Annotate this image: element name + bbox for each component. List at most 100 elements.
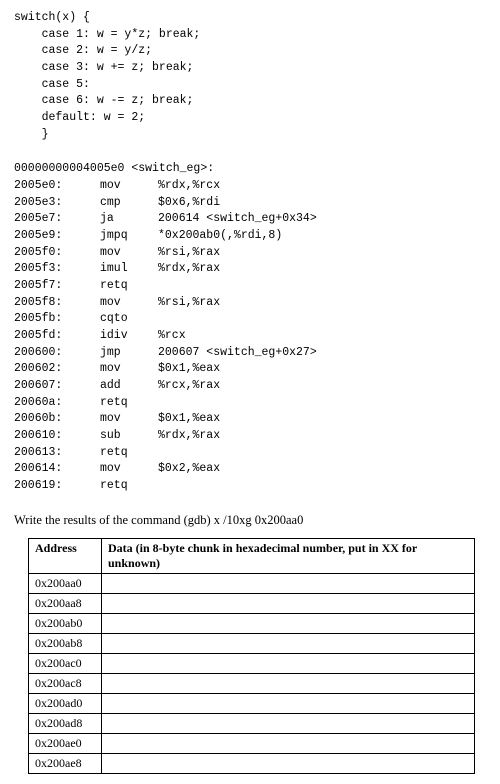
asm-operands: $0x1,%eax xyxy=(158,411,486,428)
cell-data xyxy=(102,673,475,693)
cell-address: 0x200ad8 xyxy=(29,713,102,733)
cell-data xyxy=(102,633,475,653)
asm-mnemonic: jmp xyxy=(100,345,158,362)
asm-operands xyxy=(158,278,486,295)
c-switch-source: switch(x) { case 1: w = y*z; break; case… xyxy=(14,10,486,143)
cell-data xyxy=(102,593,475,613)
asm-address: 200610: xyxy=(14,428,100,445)
asm-address: 2005f0: xyxy=(14,245,100,262)
cell-address: 0x200ae8 xyxy=(29,753,102,773)
asm-operands xyxy=(158,395,486,412)
table-row: 0x200ab0 xyxy=(29,613,475,633)
table-row: 0x200ac0 xyxy=(29,653,475,673)
asm-row: 200610:sub%rdx,%rax xyxy=(14,428,486,445)
asm-mnemonic: mov xyxy=(100,461,158,478)
asm-row: 200600:jmp200607 <switch_eg+0x27> xyxy=(14,345,486,362)
col-header-address: Address xyxy=(29,538,102,573)
asm-operands: 200607 <switch_eg+0x27> xyxy=(158,345,486,362)
asm-mnemonic: retq xyxy=(100,478,158,495)
asm-address: 200602: xyxy=(14,361,100,378)
asm-address: 2005e7: xyxy=(14,211,100,228)
asm-address: 2005f7: xyxy=(14,278,100,295)
asm-mnemonic: jmpq xyxy=(100,228,158,245)
asm-row: 200619:retq xyxy=(14,478,486,495)
table-row: 0x200aa8 xyxy=(29,593,475,613)
asm-operands: 200614 <switch_eg+0x34> xyxy=(158,211,486,228)
answer-table: Address Data (in 8-byte chunk in hexadec… xyxy=(28,538,475,774)
asm-address: 200600: xyxy=(14,345,100,362)
table-row: 0x200ad8 xyxy=(29,713,475,733)
table-row: 0x200ae0 xyxy=(29,733,475,753)
table-header-row: Address Data (in 8-byte chunk in hexadec… xyxy=(29,538,475,573)
asm-address: 200619: xyxy=(14,478,100,495)
asm-mnemonic: cqto xyxy=(100,311,158,328)
asm-operands xyxy=(158,311,486,328)
asm-operands: $0x6,%rdi xyxy=(158,195,486,212)
asm-row: 2005e3:cmp$0x6,%rdi xyxy=(14,195,486,212)
asm-mnemonic: imul xyxy=(100,261,158,278)
asm-address: 20060a: xyxy=(14,395,100,412)
cell-address: 0x200ad0 xyxy=(29,693,102,713)
asm-address: 2005f8: xyxy=(14,295,100,312)
table-row: 0x200ab8 xyxy=(29,633,475,653)
asm-mnemonic: sub xyxy=(100,428,158,445)
cell-data xyxy=(102,693,475,713)
cell-data xyxy=(102,613,475,633)
asm-operands: %rcx,%rax xyxy=(158,378,486,395)
asm-address: 2005f3: xyxy=(14,261,100,278)
asm-operands: %rcx xyxy=(158,328,486,345)
asm-mnemonic: mov xyxy=(100,245,158,262)
asm-operands: %rdx,%rax xyxy=(158,428,486,445)
question-text: Write the results of the command (gdb) x… xyxy=(14,513,486,528)
asm-operands xyxy=(158,445,486,462)
asm-operands: $0x2,%eax xyxy=(158,461,486,478)
asm-address: 2005e9: xyxy=(14,228,100,245)
cell-data xyxy=(102,753,475,773)
asm-operands xyxy=(158,478,486,495)
cell-data xyxy=(102,733,475,753)
asm-row: 2005fb:cqto xyxy=(14,311,486,328)
asm-row: 2005f0:mov%rsi,%rax xyxy=(14,245,486,262)
asm-mnemonic: mov xyxy=(100,295,158,312)
disassembly-block: 00000000004005e0 <switch_eg>: 2005e0:mov… xyxy=(14,161,486,494)
cell-data xyxy=(102,713,475,733)
asm-mnemonic: mov xyxy=(100,361,158,378)
asm-operands: %rdx,%rcx xyxy=(158,178,486,195)
asm-mnemonic: retq xyxy=(100,395,158,412)
asm-operands: %rdx,%rax xyxy=(158,261,486,278)
asm-mnemonic: mov xyxy=(100,411,158,428)
table-row: 0x200aa0 xyxy=(29,573,475,593)
asm-operands: $0x1,%eax xyxy=(158,361,486,378)
asm-address: 200614: xyxy=(14,461,100,478)
asm-row: 200607:add%rcx,%rax xyxy=(14,378,486,395)
table-row: 0x200ae8 xyxy=(29,753,475,773)
asm-mnemonic: retq xyxy=(100,445,158,462)
asm-operands: %rsi,%rax xyxy=(158,245,486,262)
asm-mnemonic: mov xyxy=(100,178,158,195)
table-row: 0x200ac8 xyxy=(29,673,475,693)
asm-operands: *0x200ab0(,%rdi,8) xyxy=(158,228,486,245)
asm-row: 200602:mov$0x1,%eax xyxy=(14,361,486,378)
cell-address: 0x200ac8 xyxy=(29,673,102,693)
asm-row: 2005fd:idiv%rcx xyxy=(14,328,486,345)
asm-row: 2005e7:ja200614 <switch_eg+0x34> xyxy=(14,211,486,228)
cell-address: 0x200ab8 xyxy=(29,633,102,653)
asm-address: 2005e3: xyxy=(14,195,100,212)
table-row: 0x200ad0 xyxy=(29,693,475,713)
asm-mnemonic: add xyxy=(100,378,158,395)
asm-address: 2005fd: xyxy=(14,328,100,345)
asm-row: 200613:retq xyxy=(14,445,486,462)
cell-address: 0x200ac0 xyxy=(29,653,102,673)
asm-row: 20060a:retq xyxy=(14,395,486,412)
asm-address: 2005e0: xyxy=(14,178,100,195)
asm-address: 2005fb: xyxy=(14,311,100,328)
asm-mnemonic: retq xyxy=(100,278,158,295)
asm-mnemonic: ja xyxy=(100,211,158,228)
asm-row: 200614:mov$0x2,%eax xyxy=(14,461,486,478)
cell-data xyxy=(102,653,475,673)
asm-row: 2005f3:imul%rdx,%rax xyxy=(14,261,486,278)
asm-address: 20060b: xyxy=(14,411,100,428)
asm-operands: %rsi,%rax xyxy=(158,295,486,312)
asm-address: 200613: xyxy=(14,445,100,462)
asm-row: 2005f7:retq xyxy=(14,278,486,295)
